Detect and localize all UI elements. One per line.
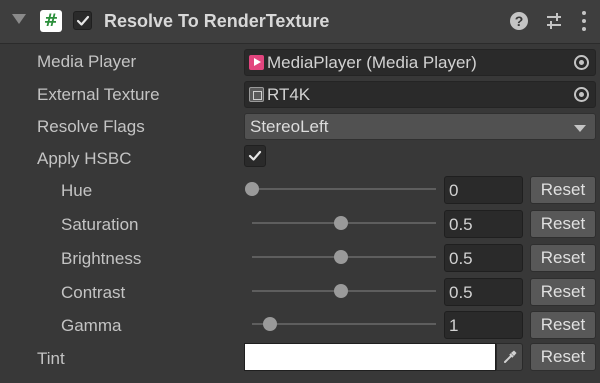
brightness-slider[interactable] xyxy=(244,244,436,270)
contrast-slider[interactable] xyxy=(244,278,436,304)
checkmark-icon xyxy=(76,15,90,26)
tint-label: Tint xyxy=(37,349,65,368)
checkmark-icon xyxy=(248,150,262,161)
slider-thumb[interactable] xyxy=(333,216,348,230)
apply-hsbc-label: Apply HSBC xyxy=(37,149,132,168)
hue-value-field[interactable]: 0 xyxy=(444,176,523,204)
external-texture-field[interactable]: RT4K xyxy=(244,81,596,108)
object-picker-icon[interactable] xyxy=(574,87,589,102)
contrast-label: Contrast xyxy=(61,283,126,302)
tint-color-field[interactable] xyxy=(244,343,496,371)
saturation-reset-button[interactable]: Reset xyxy=(530,210,596,238)
resolve-flags-dropdown[interactable]: StereoLeft xyxy=(244,113,596,140)
gamma-value-field[interactable]: 1 xyxy=(444,311,523,339)
tint-reset-button[interactable]: Reset xyxy=(530,343,596,371)
slider-thumb[interactable] xyxy=(245,182,259,196)
foldout-arrow-icon[interactable] xyxy=(12,14,26,24)
hue-slider[interactable] xyxy=(244,176,436,202)
slider-track xyxy=(252,323,436,325)
gamma-label: Gamma xyxy=(61,316,122,335)
gamma-slider[interactable] xyxy=(244,311,436,337)
slider-thumb[interactable] xyxy=(333,284,348,298)
media-player-field[interactable]: MediaPlayer (Media Player) xyxy=(244,49,596,76)
contrast-value: 0.5 xyxy=(449,283,473,302)
eyedropper-button[interactable] xyxy=(496,343,523,371)
saturation-label: Saturation xyxy=(61,215,139,234)
apply-hsbc-checkbox[interactable] xyxy=(244,145,266,167)
media-player-icon xyxy=(249,55,264,70)
script-icon: # xyxy=(40,10,62,32)
component-title: Resolve To RenderTexture xyxy=(104,11,330,31)
chevron-down-icon xyxy=(574,125,586,132)
object-picker-icon[interactable] xyxy=(574,55,589,70)
contrast-value-field[interactable]: 0.5 xyxy=(444,278,523,306)
slider-thumb[interactable] xyxy=(262,317,277,331)
slider-track xyxy=(252,188,436,190)
brightness-reset-button[interactable]: Reset xyxy=(530,244,596,272)
context-menu-icon[interactable] xyxy=(582,11,586,31)
brightness-value: 0.5 xyxy=(449,249,473,268)
brightness-label: Brightness xyxy=(61,249,142,268)
component-header: # Resolve To RenderTexture ? xyxy=(0,0,600,44)
hue-value: 0 xyxy=(449,181,459,200)
help-icon[interactable]: ? xyxy=(510,12,528,30)
saturation-value: 0.5 xyxy=(449,215,473,234)
external-texture-label: External Texture xyxy=(37,85,160,104)
eyedropper-icon xyxy=(504,350,517,363)
external-texture-value: RT4K xyxy=(267,85,311,104)
component-enabled-checkbox[interactable] xyxy=(73,11,92,30)
media-player-value: MediaPlayer (Media Player) xyxy=(267,53,477,72)
hue-label: Hue xyxy=(61,181,93,200)
presets-icon[interactable] xyxy=(544,11,564,31)
gamma-reset-button[interactable]: Reset xyxy=(530,311,596,339)
media-player-label: Media Player xyxy=(37,52,137,71)
slider-thumb[interactable] xyxy=(333,250,348,264)
gamma-value: 1 xyxy=(449,316,459,335)
saturation-value-field[interactable]: 0.5 xyxy=(444,210,523,238)
brightness-value-field[interactable]: 0.5 xyxy=(444,244,523,272)
hue-reset-button[interactable]: Reset xyxy=(530,176,596,204)
render-texture-icon xyxy=(249,87,264,102)
resolve-flags-value: StereoLeft xyxy=(250,117,329,136)
contrast-reset-button[interactable]: Reset xyxy=(530,278,596,306)
resolve-flags-label: Resolve Flags xyxy=(37,117,145,136)
saturation-slider[interactable] xyxy=(244,210,436,236)
